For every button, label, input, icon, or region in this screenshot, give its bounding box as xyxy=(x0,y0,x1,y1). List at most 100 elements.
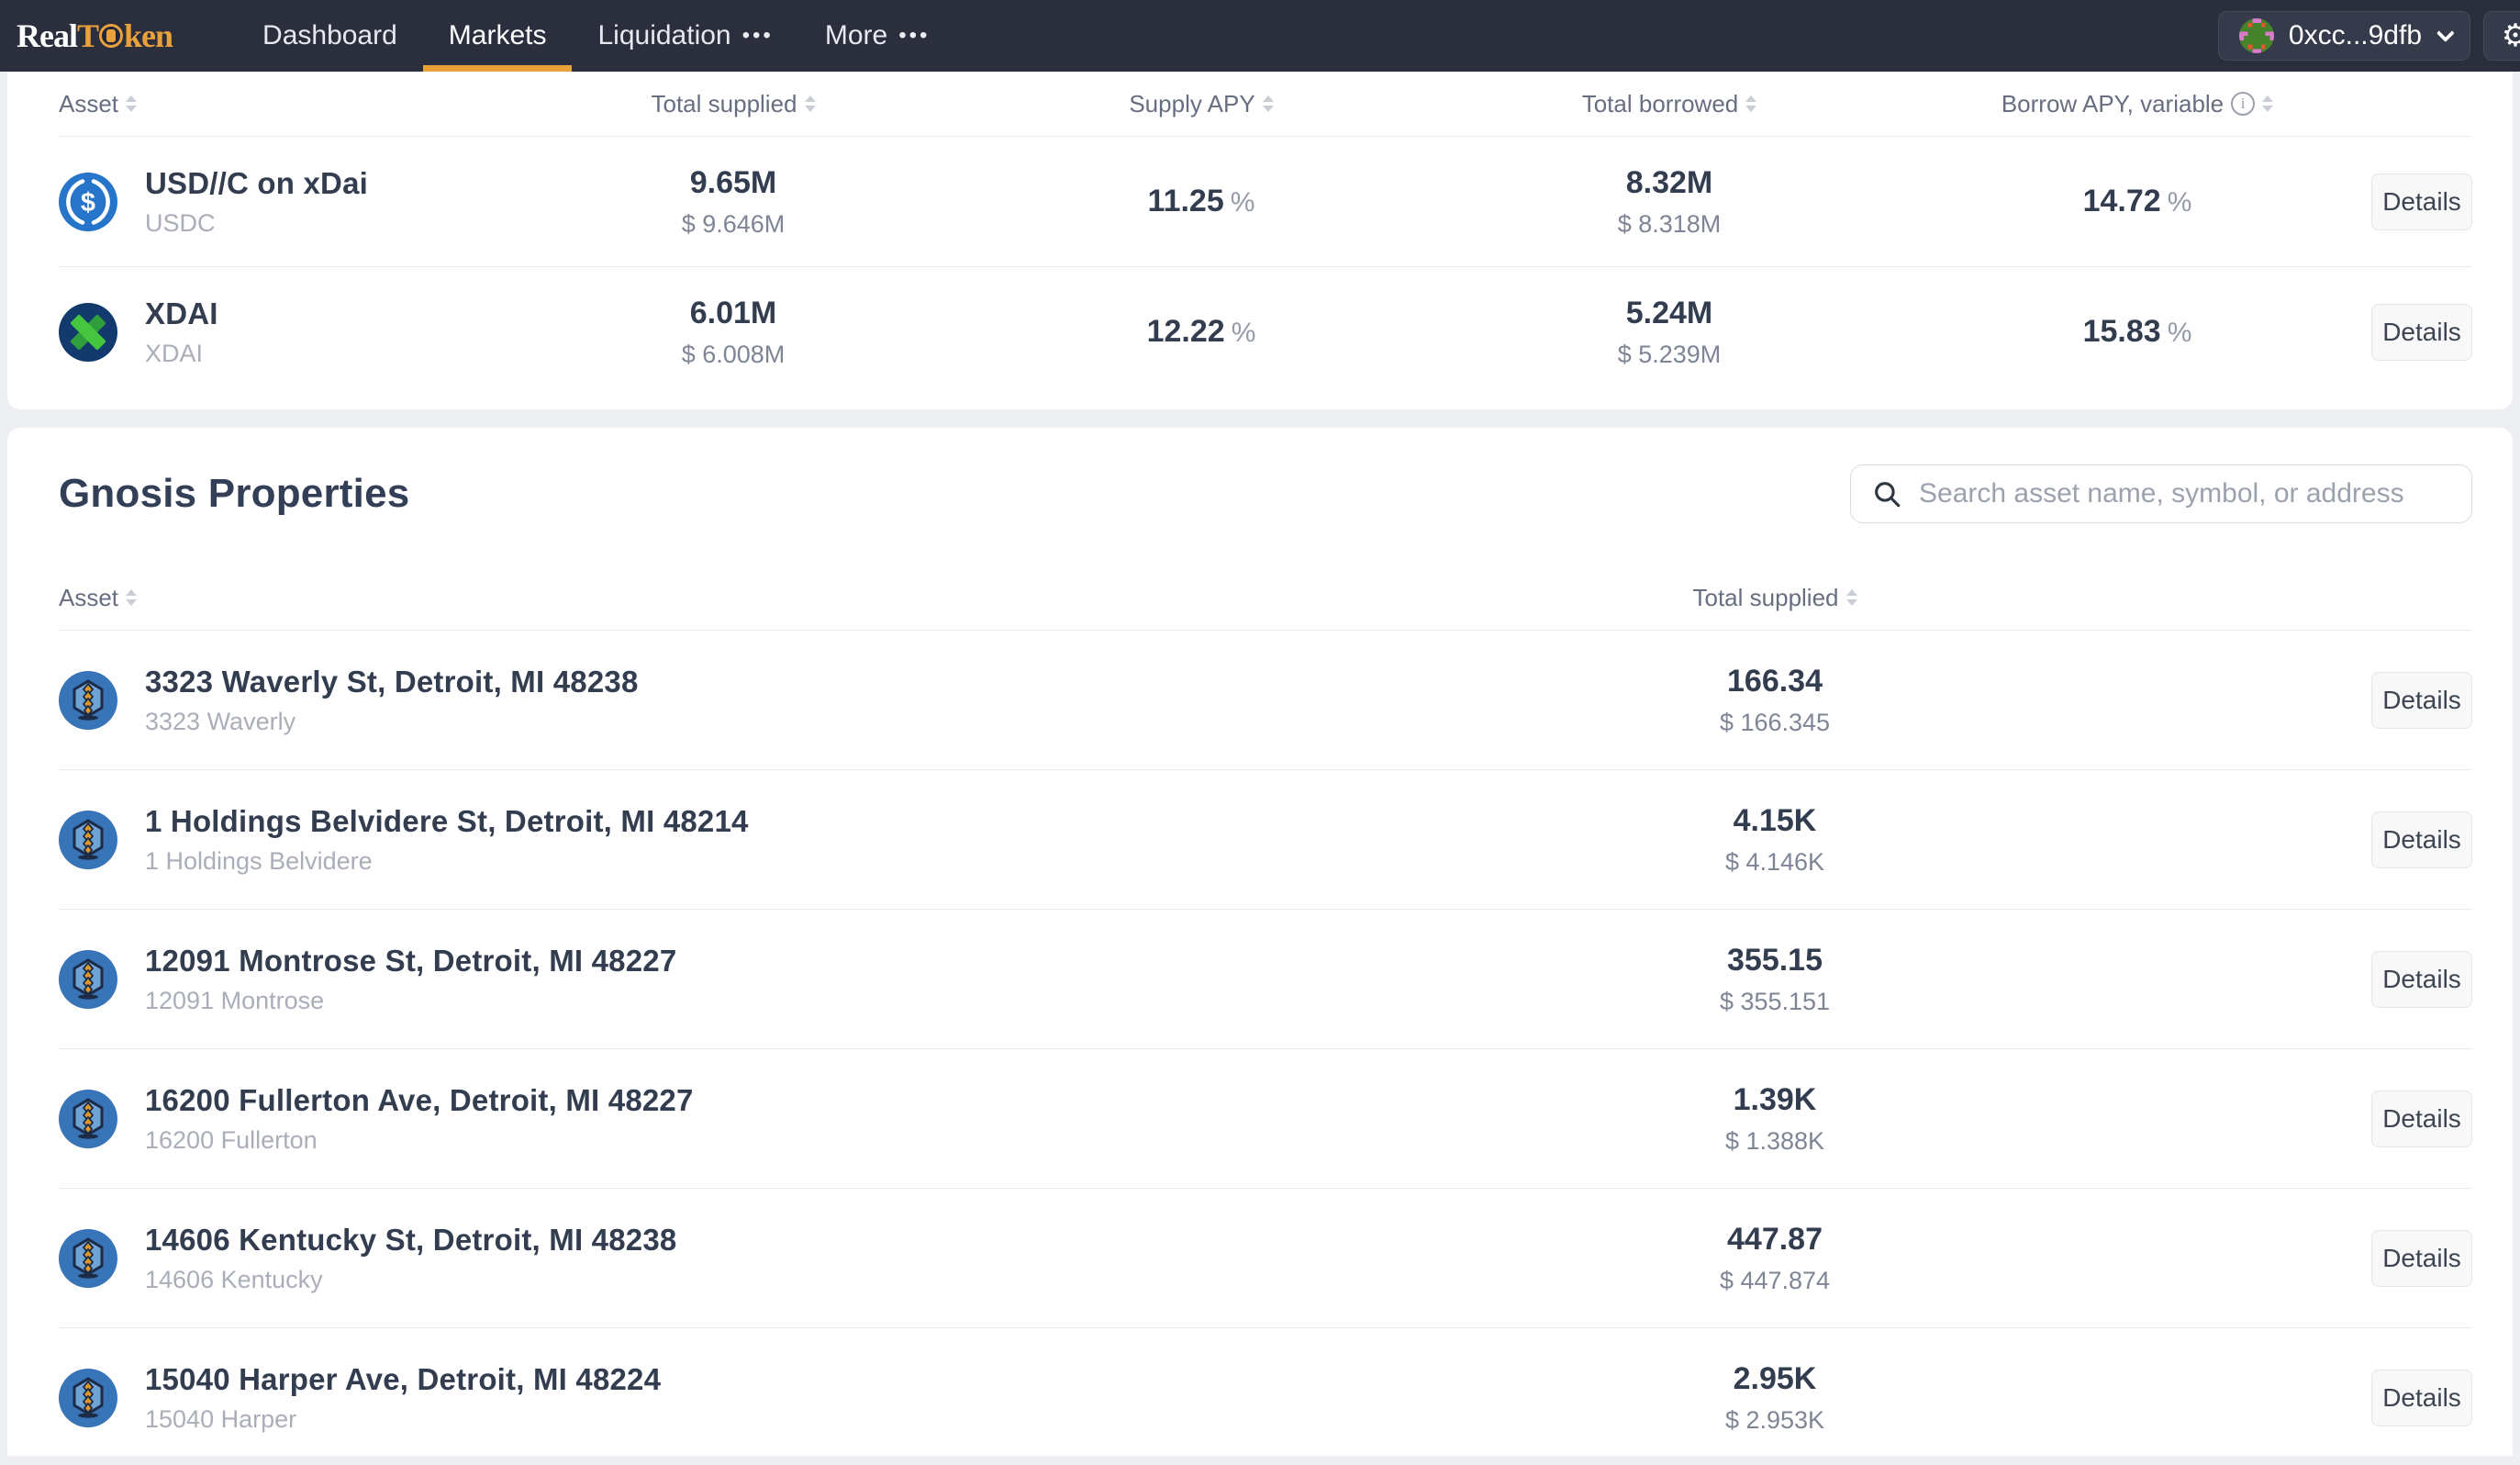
property-name: 3323 Waverly St, Detroit, MI 48238 xyxy=(145,665,639,699)
property-name: 16200 Fullerton Ave, Detroit, MI 48227 xyxy=(145,1083,694,1118)
chevron-down-icon xyxy=(2436,24,2455,42)
nav-item-more[interactable]: More••• xyxy=(799,0,956,72)
total-supplied-usd: $ 2.953K xyxy=(1316,1406,2234,1435)
coin-icon xyxy=(99,24,123,48)
property-row[interactable]: 16200 Fullerton Ave, Detroit, MI 48227 1… xyxy=(59,1048,2472,1188)
property-row[interactable]: 14606 Kentucky St, Detroit, MI 48238 146… xyxy=(59,1188,2472,1327)
percent-sign: % xyxy=(2168,187,2192,218)
search-icon xyxy=(1871,478,1902,509)
logo-text-ken: ken xyxy=(124,17,173,55)
details-button[interactable]: Details xyxy=(2371,1230,2472,1287)
column-header-total-supplied[interactable]: Total supplied xyxy=(499,90,967,118)
property-symbol: 3323 Waverly xyxy=(145,708,639,736)
property-row[interactable]: 3323 Waverly St, Detroit, MI 48238 3323 … xyxy=(59,630,2472,769)
column-header-asset[interactable]: Asset xyxy=(59,90,499,118)
percent-sign: % xyxy=(1231,187,1255,218)
wallet-address: 0xcc...9dfb xyxy=(2289,20,2422,51)
column-header-total-supplied[interactable]: Total supplied xyxy=(1316,584,2234,612)
borrow-apy-value: 15.83 xyxy=(2083,314,2161,349)
svg-text:$: $ xyxy=(81,188,95,218)
total-supplied-value: 447.87 xyxy=(1316,1222,2234,1258)
info-icon[interactable] xyxy=(2231,92,2255,116)
sort-icon xyxy=(126,95,137,112)
usdc-token-icon: $ xyxy=(59,173,117,231)
nav-item-dashboard[interactable]: Dashboard xyxy=(237,0,423,72)
nav-menu: DashboardMarketsLiquidation•••More••• xyxy=(237,0,955,72)
logo-text-t: T xyxy=(77,17,98,55)
blockies-avatar xyxy=(2239,18,2274,53)
wallet-button[interactable]: 0xcc...9dfb xyxy=(2218,11,2470,61)
realtoken-property-icon xyxy=(59,950,117,1009)
total-supplied-usd: $ 166.345 xyxy=(1316,709,2234,737)
asset-symbol: XDAI xyxy=(145,340,218,368)
total-borrowed-usd: $ 8.318M xyxy=(1435,210,1903,239)
total-supplied-usd: $ 6.008M xyxy=(499,341,967,369)
nav-right: 0xcc...9dfb ⚙ xyxy=(2218,0,2520,72)
realtoken-property-icon xyxy=(59,1090,117,1148)
total-supplied-value: 1.39K xyxy=(1316,1082,2234,1118)
sort-icon xyxy=(1263,95,1274,112)
details-button[interactable]: Details xyxy=(2371,951,2472,1008)
nav-item-markets[interactable]: Markets xyxy=(423,0,573,72)
property-row[interactable]: 12091 Montrose St, Detroit, MI 48227 120… xyxy=(59,909,2472,1048)
search-input[interactable] xyxy=(1919,478,2451,509)
realtoken-property-icon xyxy=(59,811,117,869)
total-supplied-value: 9.65M xyxy=(499,165,967,201)
total-supplied-value: 2.95K xyxy=(1316,1361,2234,1397)
nav-item-liquidation[interactable]: Liquidation••• xyxy=(572,0,798,72)
property-row[interactable]: 1 Holdings Belvidere St, Detroit, MI 482… xyxy=(59,769,2472,909)
details-button[interactable]: Details xyxy=(2371,672,2472,729)
properties-table-header: Asset Total supplied xyxy=(59,565,2472,630)
percent-sign: % xyxy=(2168,318,2192,348)
logo-text-real: Real xyxy=(17,17,77,55)
property-name: 15040 Harper Ave, Detroit, MI 48224 xyxy=(145,1362,661,1397)
details-button[interactable]: Details xyxy=(2371,304,2472,361)
total-supplied-usd: $ 9.646M xyxy=(499,210,967,239)
total-supplied-usd: $ 447.874 xyxy=(1316,1267,2234,1295)
total-supplied-usd: $ 1.388K xyxy=(1316,1127,2234,1156)
total-supplied-value: 166.34 xyxy=(1316,664,2234,699)
total-supplied-usd: $ 4.146K xyxy=(1316,848,2234,877)
details-button[interactable]: Details xyxy=(2371,1370,2472,1426)
sort-icon xyxy=(126,589,137,606)
total-supplied-value: 355.15 xyxy=(1316,943,2234,979)
market-row[interactable]: XDAI XDAI 6.01M $ 6.008M 12.22% 5.24M $ … xyxy=(59,266,2472,397)
property-symbol: 12091 Montrose xyxy=(145,987,676,1015)
column-header-supply-apy[interactable]: Supply APY xyxy=(967,90,1435,118)
property-name: 14606 Kentucky St, Detroit, MI 48238 xyxy=(145,1223,676,1258)
xdai-token-icon xyxy=(59,303,117,362)
total-supplied-value: 6.01M xyxy=(499,296,967,331)
market-row[interactable]: $ USD//C on xDai USDC 9.65M $ 9.646M 11.… xyxy=(59,136,2472,266)
realtoken-property-icon xyxy=(59,1369,117,1427)
percent-sign: % xyxy=(1232,318,1256,348)
property-name: 1 Holdings Belvidere St, Detroit, MI 482… xyxy=(145,804,749,839)
section-title: Gnosis Properties xyxy=(59,471,409,517)
borrow-apy-value: 14.72 xyxy=(2083,184,2161,218)
realtoken-property-icon xyxy=(59,1229,117,1288)
details-button[interactable]: Details xyxy=(2371,1090,2472,1147)
supply-apy-value: 12.22 xyxy=(1147,314,1225,349)
gear-icon: ⚙ xyxy=(2502,17,2520,54)
property-symbol: 14606 Kentucky xyxy=(145,1266,676,1294)
markets-table-card: Asset Total supplied Supply APY Total bo… xyxy=(7,72,2513,409)
property-symbol: 15040 Harper xyxy=(145,1405,661,1434)
column-header-asset[interactable]: Asset xyxy=(59,584,1316,612)
sort-icon xyxy=(2262,95,2273,112)
settings-button[interactable]: ⚙ xyxy=(2483,11,2520,61)
property-symbol: 16200 Fullerton xyxy=(145,1126,694,1155)
supply-apy-value: 11.25 xyxy=(1148,184,1224,218)
sort-icon xyxy=(1846,589,1857,606)
more-dots-icon: ••• xyxy=(742,23,774,49)
property-symbol: 1 Holdings Belvidere xyxy=(145,847,749,876)
property-name: 12091 Montrose St, Detroit, MI 48227 xyxy=(145,944,676,979)
property-row[interactable]: 15040 Harper Ave, Detroit, MI 48224 1504… xyxy=(59,1327,2472,1456)
details-button[interactable]: Details xyxy=(2371,173,2472,230)
sort-icon xyxy=(805,95,816,112)
search-box[interactable] xyxy=(1850,464,2472,523)
column-header-total-borrowed[interactable]: Total borrowed xyxy=(1435,90,1903,118)
column-header-borrow-apy[interactable]: Borrow APY, variable xyxy=(1903,90,2371,118)
realtoken-logo[interactable]: RealTken xyxy=(17,0,173,72)
top-navbar: RealTken DashboardMarketsLiquidation•••M… xyxy=(0,0,2520,72)
details-button[interactable]: Details xyxy=(2371,811,2472,868)
gnosis-properties-card: Gnosis Properties Asset Total supplied 3… xyxy=(7,428,2513,1456)
